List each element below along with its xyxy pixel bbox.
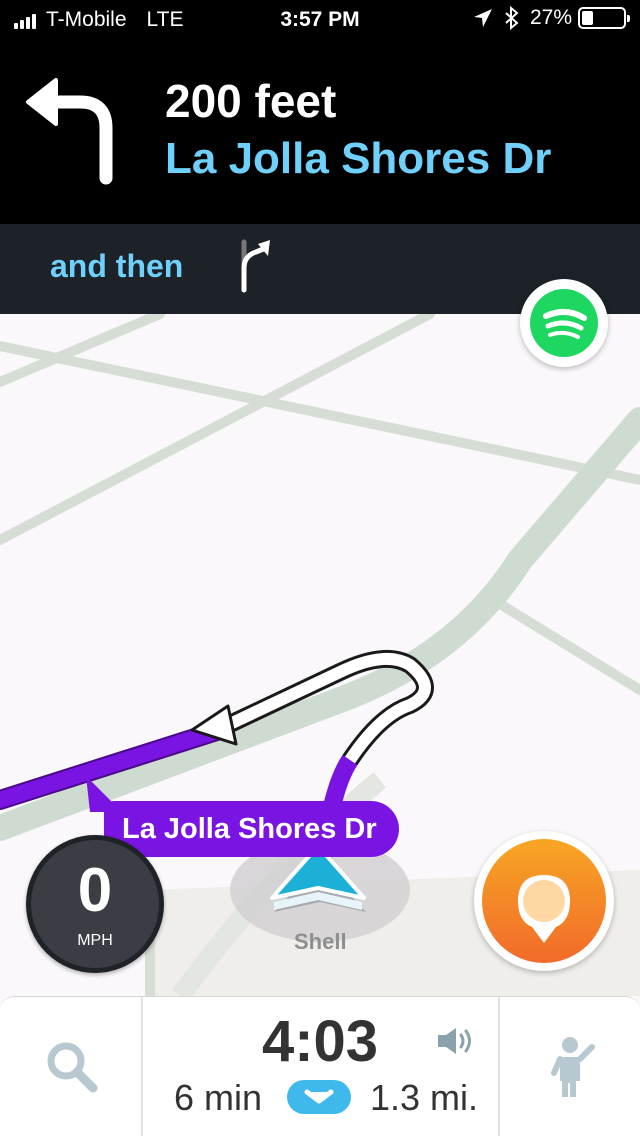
bottom-eta-bar: 4:03 6 min 1.3 mi.	[0, 996, 640, 1136]
search-button[interactable]	[0, 997, 142, 1136]
speaker-icon[interactable]	[436, 1026, 476, 1056]
divider-left	[141, 997, 143, 1136]
spotify-icon	[530, 289, 598, 357]
turn-right-icon	[241, 239, 270, 293]
maneuver-distance: 200 feet	[165, 75, 337, 127]
poi-label: Shell	[294, 929, 347, 954]
location-arrow-icon	[473, 9, 492, 27]
bluetooth-icon	[505, 6, 519, 30]
report-pin-icon	[482, 839, 606, 963]
battery-percent: 27%	[529, 6, 572, 29]
expand-eta-button[interactable]	[287, 1080, 351, 1114]
eta-duration: 6 min	[174, 1077, 263, 1118]
speedometer[interactable]: 0 MPH	[26, 835, 164, 973]
search-icon	[47, 1042, 98, 1093]
turn-left-icon	[26, 78, 113, 185]
spotify-button[interactable]	[520, 279, 608, 367]
speed-unit: MPH	[77, 932, 113, 949]
status-right: 27%	[472, 6, 630, 30]
arrival-time[interactable]: 4:03	[250, 1013, 390, 1071]
eta-distance: 1.3 mi.	[370, 1077, 479, 1118]
person-wave-icon	[551, 1037, 595, 1097]
current-street-label: La Jolla Shores Dr	[104, 801, 399, 857]
status-bar: T-Mobile LTE 3:57 PM 27%	[0, 0, 640, 40]
maneuver-street: La Jolla Shores Dr	[165, 134, 552, 183]
chevron-down-icon	[304, 1089, 334, 1104]
speed-value: 0	[77, 856, 113, 925]
report-button[interactable]	[474, 831, 614, 971]
people-button[interactable]	[500, 997, 640, 1136]
then-label: and then	[50, 248, 184, 284]
battery-icon	[578, 7, 630, 29]
